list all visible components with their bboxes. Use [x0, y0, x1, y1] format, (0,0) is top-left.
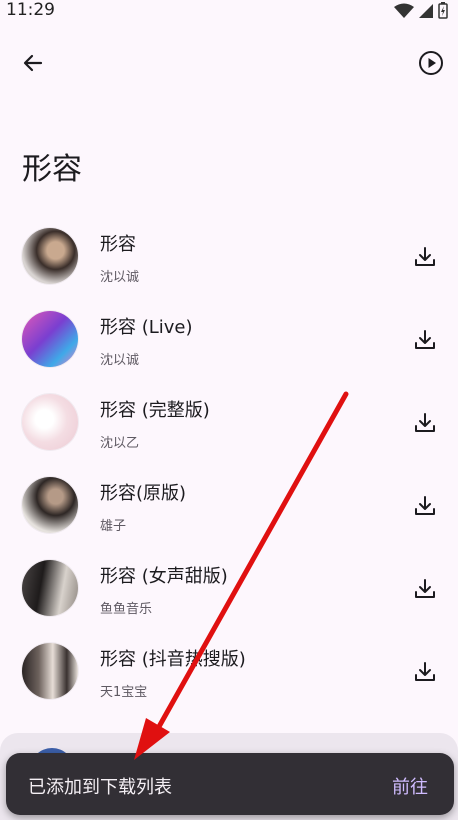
- song-list: 形容 沈以诚 形容 (Live) 沈以诚 形容 (完整版) 沈以乙 形容(原版)…: [0, 214, 458, 712]
- snackbar-action-button[interactable]: 前往: [392, 773, 428, 799]
- download-button[interactable]: [410, 574, 440, 604]
- download-icon: [415, 662, 435, 681]
- album-cover: [22, 477, 78, 533]
- status-time: 11:29: [6, 0, 55, 20]
- download-icon: [415, 247, 435, 266]
- back-button[interactable]: [18, 48, 48, 78]
- song-title: 形容(原版): [100, 483, 187, 504]
- download-button[interactable]: [410, 242, 440, 272]
- snackbar: 已添加到下载列表 前往: [6, 753, 454, 815]
- song-row[interactable]: 形容 (Live) 沈以诚: [0, 297, 458, 380]
- song-title: 形容 (完整版): [100, 400, 210, 421]
- page-title: 形容: [22, 152, 82, 187]
- song-artist: 沈以乙: [100, 436, 140, 451]
- song-title: 形容 (抖音热搜版): [100, 649, 246, 670]
- song-title: 形容 (女声甜版): [100, 566, 228, 587]
- song-title: 形容: [100, 234, 136, 255]
- play-circle-icon: [419, 51, 443, 75]
- wifi-icon: [394, 3, 414, 18]
- album-cover: [22, 394, 78, 450]
- song-row[interactable]: 形容 (完整版) 沈以乙: [0, 380, 458, 463]
- download-button[interactable]: [410, 325, 440, 355]
- song-row[interactable]: 形容 (女声甜版) 鱼鱼音乐: [0, 546, 458, 629]
- back-arrow-icon: [23, 54, 43, 72]
- song-row[interactable]: 形容 沈以诚: [0, 214, 458, 297]
- app-bar: [0, 40, 458, 84]
- status-bar: 11:29: [0, 0, 458, 24]
- album-cover: [22, 311, 78, 367]
- download-icon: [415, 413, 435, 432]
- status-icons: [394, 2, 448, 19]
- song-artist: 天1宝宝: [100, 685, 148, 700]
- play-all-button[interactable]: [416, 48, 446, 78]
- album-cover: [22, 643, 78, 699]
- battery-icon: [438, 2, 448, 19]
- download-icon: [415, 330, 435, 349]
- song-artist: 鱼鱼音乐: [100, 602, 153, 617]
- song-artist: 沈以诚: [100, 270, 140, 285]
- download-button[interactable]: [410, 491, 440, 521]
- snackbar-message: 已添加到下载列表: [28, 777, 172, 798]
- download-icon: [415, 579, 435, 598]
- signal-icon: [419, 3, 433, 18]
- song-row[interactable]: 形容(原版) 雄子: [0, 463, 458, 546]
- song-title: 形容 (Live): [100, 317, 193, 338]
- album-cover: [22, 228, 78, 284]
- download-button[interactable]: [410, 408, 440, 438]
- download-icon: [415, 496, 435, 515]
- song-artist: 雄子: [100, 519, 127, 534]
- song-row[interactable]: 形容 (抖音热搜版) 天1宝宝: [0, 629, 458, 712]
- song-artist: 沈以诚: [100, 353, 140, 368]
- album-cover: [22, 560, 78, 616]
- download-button[interactable]: [410, 657, 440, 687]
